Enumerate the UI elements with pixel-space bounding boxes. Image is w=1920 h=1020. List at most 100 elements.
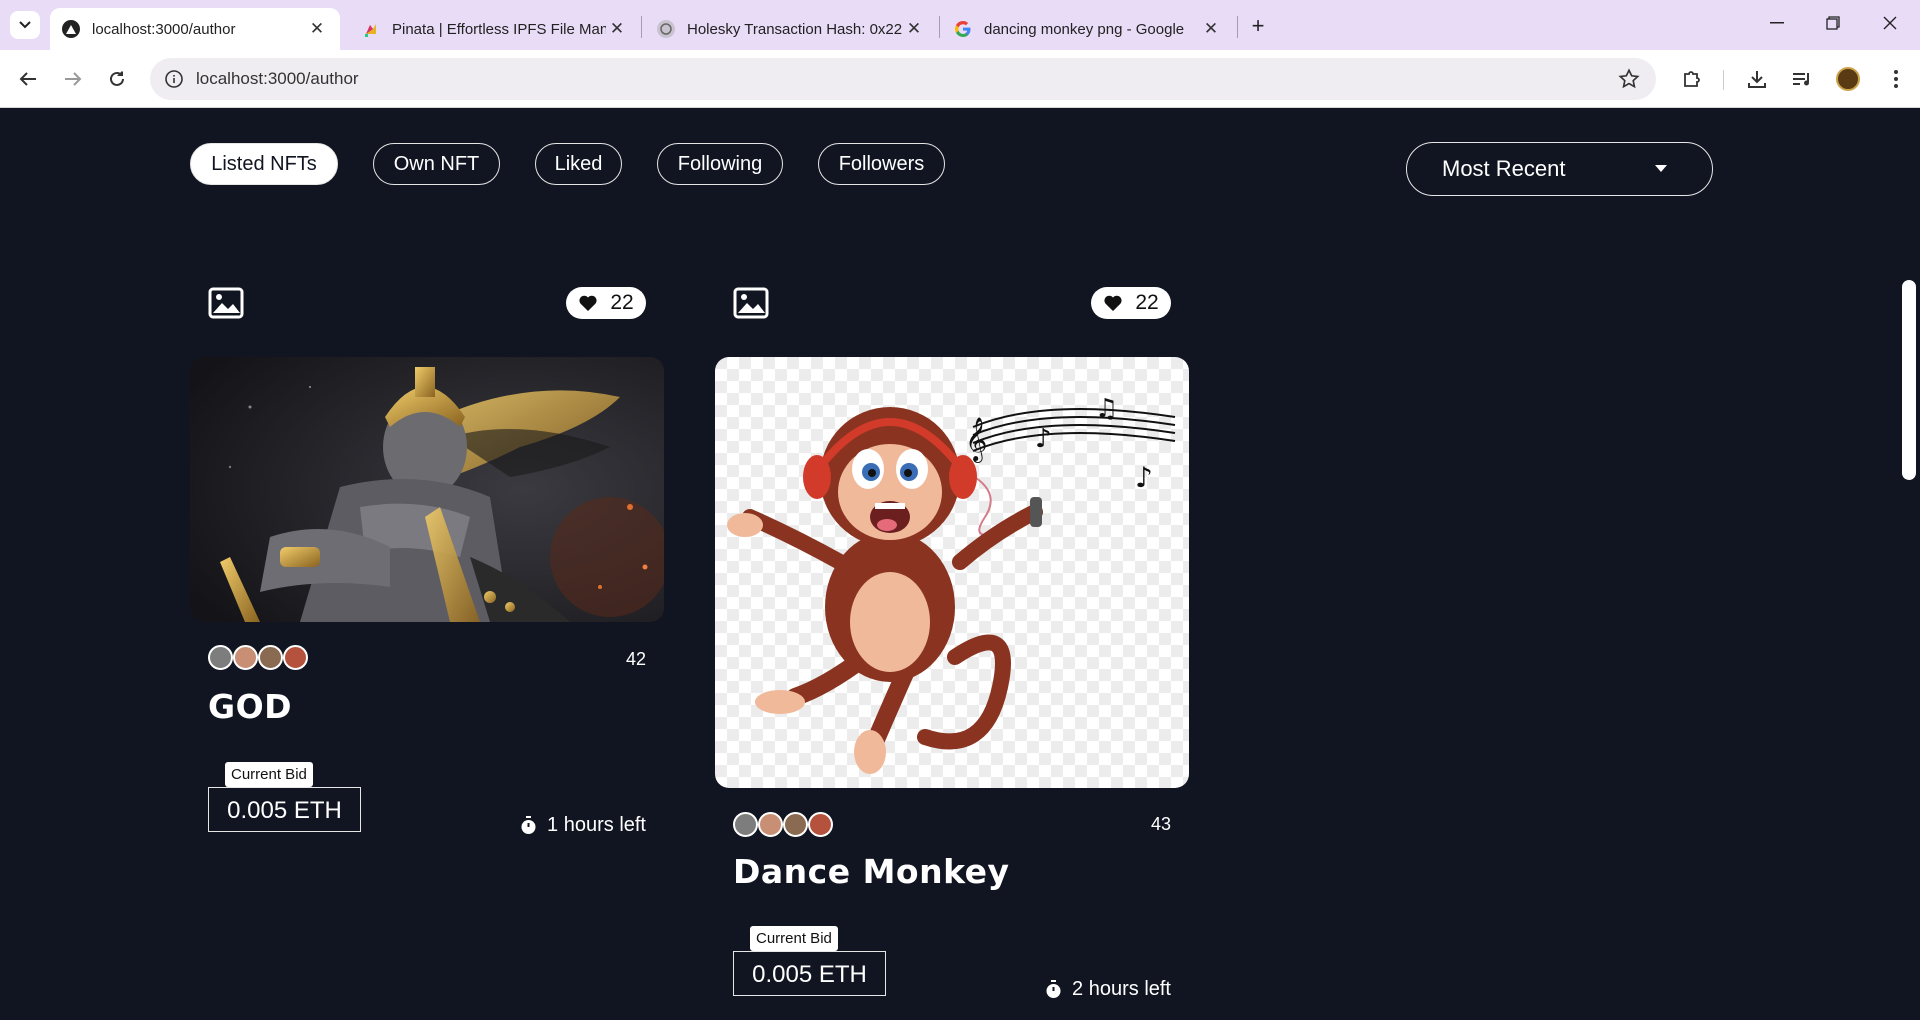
avatar (208, 645, 233, 670)
chevron-down-icon (19, 21, 31, 29)
arrow-right-icon (65, 72, 82, 86)
playlist-icon (1793, 73, 1809, 86)
caret-down-icon (1655, 165, 1667, 172)
like-count: 22 (1135, 291, 1159, 314)
time-left: 1 hours left (520, 814, 646, 837)
close-icon (1883, 16, 1897, 30)
reload-button[interactable] (101, 63, 133, 95)
back-button[interactable] (12, 63, 44, 95)
filter-own-nft[interactable]: Own NFT (373, 143, 500, 185)
profile-avatar[interactable] (1836, 67, 1860, 91)
minimize-icon (1770, 22, 1784, 24)
nft-image-monkey[interactable]: 𝄞 ♪ ♫ ♪ (715, 357, 1189, 788)
extensions-button[interactable] (1676, 63, 1708, 95)
url-text[interactable]: localhost:3000/author (196, 69, 359, 89)
filter-followers[interactable]: Followers (818, 143, 945, 185)
like-count: 22 (610, 291, 634, 314)
download-icon (1748, 71, 1766, 88)
restore-icon (1826, 16, 1840, 30)
tab-title: Pinata | Effortless IPFS File Man (392, 20, 606, 38)
puzzle-icon (1684, 71, 1700, 87)
close-window-button[interactable] (1873, 8, 1907, 38)
nft-card[interactable]: 22 𝄞 ♪ ♫ ♪ 43 Dance Monkey 0.005 ETH Cur… (715, 287, 1189, 1007)
nft-title: GOD (208, 687, 293, 726)
heart-icon (1104, 295, 1122, 311)
current-bid-label: Current Bid (750, 926, 838, 951)
star-icon[interactable] (1618, 68, 1640, 90)
close-icon[interactable]: ✕ (903, 18, 925, 40)
tab-google[interactable]: dancing monkey png - Google ✕ (942, 8, 1234, 50)
triangle-icon (62, 20, 80, 38)
downloads-button[interactable] (1741, 63, 1773, 95)
tab-title: Holesky Transaction Hash: 0x22 (687, 20, 903, 38)
nft-count: 43 (1150, 814, 1171, 834)
tab-divider (939, 16, 940, 38)
svg-text:♪: ♪ (1135, 461, 1153, 494)
current-bid-value: 0.005 ETH (733, 951, 886, 996)
tab-divider (1237, 16, 1238, 38)
etherscan-icon (657, 20, 675, 38)
current-bid-label: Current Bid (225, 762, 313, 787)
avatar (233, 645, 258, 670)
reload-icon (110, 71, 124, 86)
stopwatch-icon (1046, 980, 1061, 998)
chrome-menu-button[interactable] (1880, 63, 1912, 95)
avatar (758, 812, 783, 837)
hanuman-artwork (190, 357, 664, 622)
close-icon[interactable]: ✕ (1200, 18, 1222, 40)
svg-text:♪: ♪ (1035, 424, 1052, 454)
tab-divider (641, 16, 642, 38)
filter-listed-nfts[interactable]: Listed NFTs (190, 143, 338, 185)
arrow-left-icon (19, 72, 36, 86)
close-icon[interactable]: ✕ (606, 18, 628, 40)
filter-liked[interactable]: Liked (535, 143, 622, 185)
like-button[interactable]: 22 (1091, 287, 1171, 319)
avatar (783, 812, 808, 837)
new-tab-button[interactable]: + (1244, 12, 1272, 40)
nft-card[interactable]: 22 42 GOD 0.005 ETH Current Bid 1 hours … (190, 287, 664, 837)
time-left-text: 2 hours left (1072, 978, 1171, 1000)
bidder-avatars (208, 645, 308, 670)
nft-title: Dance Monkey (733, 852, 1010, 891)
scrollbar-thumb[interactable] (1902, 280, 1916, 480)
image-icon (733, 287, 769, 319)
time-left: 2 hours left (1045, 978, 1171, 1001)
tab-author[interactable]: localhost:3000/author ✕ (50, 8, 340, 50)
current-bid-value: 0.005 ETH (208, 787, 361, 832)
dancing-monkey-artwork: 𝄞 ♪ ♫ ♪ (715, 357, 1189, 788)
kebab-menu-icon (1894, 70, 1898, 88)
minimize-button[interactable] (1760, 8, 1794, 38)
tab-pinata[interactable]: Pinata | Effortless IPFS File Man ✕ (350, 8, 640, 50)
sort-selected-value: Most Recent (1442, 156, 1566, 181)
tab-title: localhost:3000/author (92, 20, 236, 38)
filter-following[interactable]: Following (657, 143, 783, 185)
address-bar[interactable]: localhost:3000/author (150, 58, 1656, 100)
google-icon (954, 20, 972, 38)
stopwatch-icon (521, 816, 536, 834)
nft-count: 42 (625, 649, 646, 669)
avatar (283, 645, 308, 670)
bidder-avatars (733, 812, 833, 837)
pinata-icon (362, 20, 380, 38)
tab-holesky[interactable]: Holesky Transaction Hash: 0x22 ✕ (645, 8, 937, 50)
forward-button[interactable] (57, 63, 89, 95)
toolbar-divider (1723, 70, 1724, 90)
tab-search-button[interactable] (10, 11, 40, 39)
restore-button[interactable] (1816, 8, 1850, 38)
tab-title: dancing monkey png - Google (984, 20, 1185, 38)
heart-icon (579, 295, 597, 311)
media-control-button[interactable] (1786, 63, 1818, 95)
like-button[interactable]: 22 (566, 287, 646, 319)
info-icon[interactable] (164, 69, 184, 89)
avatar (258, 645, 283, 670)
avatar (733, 812, 758, 837)
sort-dropdown[interactable]: Most Recent (1406, 142, 1713, 196)
svg-text:♫: ♫ (1095, 394, 1118, 424)
browser-toolbar: localhost:3000/author (0, 50, 1920, 108)
avatar (808, 812, 833, 837)
browser-tab-bar: localhost:3000/author ✕ Pinata | Effortl… (0, 0, 1920, 50)
nft-image-hanuman[interactable] (190, 357, 664, 622)
close-icon[interactable]: ✕ (306, 18, 328, 40)
time-left-text: 1 hours left (547, 814, 646, 836)
image-icon (208, 287, 244, 319)
